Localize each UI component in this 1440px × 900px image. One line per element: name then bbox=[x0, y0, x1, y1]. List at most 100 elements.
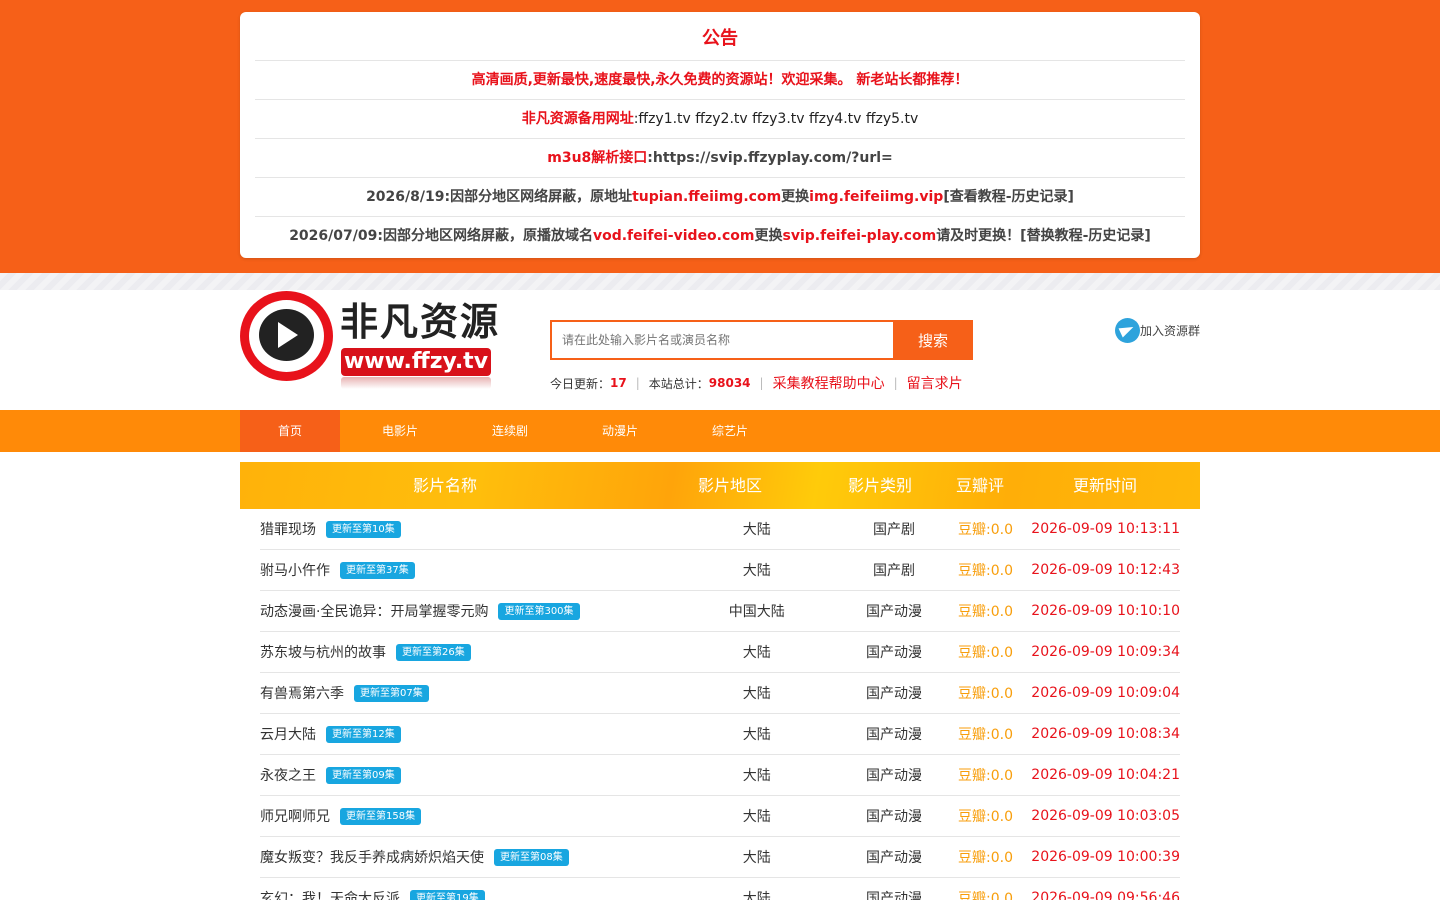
table-row[interactable]: 苏东坡与杭州的故事 更新至第26集 大陆 国产动漫 豆瓣:0.0 2026-09-09 1… bbox=[260, 632, 1180, 673]
table-row[interactable]: 动态漫画·全民诡异：开局掌握零元购 更新至第300集 中国大陆 国产动漫 豆瓣:0.0 2… bbox=[260, 591, 1180, 632]
table-body: 猎罪现场 更新至第10集 大陆 国产剧 豆瓣:0.0 2026-09-09 10:13:1… bbox=[240, 509, 1200, 900]
table-row[interactable]: 驸马小仵作 更新至第37集 大陆 国产剧 豆瓣:0.0 2026-09-09 10:12:… bbox=[260, 550, 1180, 591]
header-name: 影片名称 bbox=[412, 476, 477, 495]
row-name-cell: 有兽焉第六季 更新至第07集 bbox=[260, 683, 635, 703]
table-row[interactable]: 永夜之王 更新至第09集 大陆 国产动漫 豆瓣:0.0 2026-09-09 10:04:… bbox=[260, 755, 1180, 796]
video-title-link[interactable]: 苏东坡与杭州的故事 bbox=[260, 642, 386, 662]
episode-badge: 更新至第08集 bbox=[494, 848, 569, 866]
row-type: 国产动漫 bbox=[866, 645, 922, 661]
row-name-cell: 永夜之王 更新至第09集 bbox=[260, 765, 635, 785]
separator: | bbox=[893, 376, 898, 390]
video-title-link[interactable]: 永夜之王 bbox=[260, 765, 316, 785]
row-name-cell: 魔女叛变？我反手养成病娇炽焰天使 更新至第08集 bbox=[260, 847, 635, 867]
row-time: 2026-09-09 10:13:11 bbox=[1031, 521, 1180, 537]
row-score: 豆瓣:0.0 bbox=[958, 768, 1014, 784]
video-title-link[interactable]: 魔女叛变？我反手养成病娇炽焰天使 bbox=[260, 847, 484, 867]
request-link[interactable]: 留言求片 bbox=[907, 373, 963, 393]
nav-anime[interactable]: 动漫片 bbox=[560, 410, 680, 452]
m3u8-api-label: m3u8解析接口 bbox=[547, 150, 648, 166]
join-group-link[interactable]: 加入资源群 bbox=[1114, 318, 1200, 343]
notice-card: 公告 高清画质,更新最快,速度最快,永久免费的资源站！欢迎采集。 新老站长都推荐… bbox=[240, 12, 1200, 258]
row-time: 2026-09-09 10:04:21 bbox=[1031, 767, 1180, 783]
video-title-link[interactable]: 师兄啊师兄 bbox=[260, 806, 330, 826]
table-row[interactable]: 师兄啊师兄 更新至第158集 大陆 国产动漫 豆瓣:0.0 2026-09-09 10:0… bbox=[260, 796, 1180, 837]
video-list: 影片名称 影片地区 影片类别 豆瓣评分 更新时间 猎罪现场 更新至第10集 大陆 国产… bbox=[240, 462, 1200, 900]
nav-variety[interactable]: 综艺片 bbox=[680, 410, 780, 452]
old-domain-link[interactable]: tupian.ffeiimg.com bbox=[632, 189, 781, 205]
notice-text: 更换 bbox=[754, 228, 783, 244]
header-score: 豆瓣评分 bbox=[955, 476, 1004, 542]
total-count: 98034 bbox=[708, 376, 751, 390]
row-time: 2026-09-09 10:09:04 bbox=[1031, 685, 1180, 701]
today-count: 17 bbox=[610, 376, 627, 390]
search-button[interactable]: 搜索 bbox=[893, 320, 973, 360]
notice-line-2: 非凡资源备用网址:ffzy1.tv ffzy2.tv ffzy3.tv ffzy… bbox=[255, 100, 1185, 139]
logo-reflection bbox=[341, 377, 491, 389]
row-area: 大陆 bbox=[742, 850, 771, 866]
nav-movies[interactable]: 电影片 bbox=[340, 410, 460, 452]
row-time: 2026-09-09 10:10:10 bbox=[1031, 603, 1180, 619]
row-time: 2026-09-09 09:56:46 bbox=[1031, 890, 1180, 900]
new-domain-link[interactable]: img.feifeiimg.vip bbox=[809, 189, 943, 205]
row-time: 2026-09-09 10:12:43 bbox=[1031, 562, 1180, 578]
nav-series[interactable]: 连续剧 bbox=[460, 410, 560, 452]
table-row[interactable]: 有兽焉第六季 更新至第07集 大陆 国产动漫 豆瓣:0.0 2026-09-09 10:0… bbox=[260, 673, 1180, 714]
row-name-cell: 师兄啊师兄 更新至第158集 bbox=[260, 806, 635, 826]
row-type: 国产动漫 bbox=[866, 727, 922, 743]
row-name-cell: 苏东坡与杭州的故事 更新至第26集 bbox=[260, 642, 635, 662]
notice-slogan: 高清画质,更新最快,速度最快,永久免费的资源站！欢迎采集。 新老站长都推荐！ bbox=[471, 72, 969, 88]
row-name-cell: 云月大陆 更新至第12集 bbox=[260, 724, 635, 744]
video-title-link[interactable]: 云月大陆 bbox=[260, 724, 316, 744]
help-center-link[interactable]: 采集教程帮助中心 bbox=[773, 373, 885, 393]
row-score: 豆瓣:0.0 bbox=[958, 686, 1014, 702]
backup-url-label: 非凡资源备用网址 bbox=[521, 111, 634, 127]
row-score: 豆瓣:0.0 bbox=[958, 727, 1014, 743]
tutorial-link[interactable]: [查看教程-历史记录] bbox=[943, 189, 1074, 205]
row-time: 2026-09-09 10:09:34 bbox=[1031, 644, 1180, 660]
row-score: 豆瓣:0.0 bbox=[958, 645, 1014, 661]
row-type: 国产动漫 bbox=[866, 809, 922, 825]
m3u8-api-url[interactable]: :https://svip.ffzyplay.com/?url= bbox=[647, 150, 892, 166]
nav-home[interactable]: 首页 bbox=[240, 410, 340, 452]
table-row[interactable]: 玄幻：我！天命大反派 更新至第19集 大陆 国产动漫 豆瓣:0.0 2026-09-09 … bbox=[260, 878, 1180, 900]
notice-line-3: m3u8解析接口:https://svip.ffzyplay.com/?url= bbox=[255, 139, 1185, 178]
row-name-cell: 猎罪现场 更新至第10集 bbox=[260, 519, 635, 539]
row-area: 大陆 bbox=[742, 727, 771, 743]
video-title-link[interactable]: 驸马小仵作 bbox=[260, 560, 330, 580]
row-area: 中国大陆 bbox=[728, 604, 785, 620]
row-type: 国产动漫 bbox=[866, 686, 922, 702]
notice-title: 公告 bbox=[255, 12, 1185, 61]
table-row[interactable]: 猎罪现场 更新至第10集 大陆 国产剧 豆瓣:0.0 2026-09-09 10:13:1… bbox=[260, 509, 1180, 550]
table-row[interactable]: 云月大陆 更新至第12集 大陆 国产动漫 豆瓣:0.0 2026-09-09 10:08:… bbox=[260, 714, 1180, 755]
table-row[interactable]: 魔女叛变？我反手养成病娇炽焰天使 更新至第08集 大陆 国产动漫 豆瓣:0.0 2026-… bbox=[260, 837, 1180, 878]
notice-line-1: 高清画质,更新最快,速度最快,永久免费的资源站！欢迎采集。 新老站长都推荐！ bbox=[255, 61, 1185, 100]
row-type: 国产动漫 bbox=[866, 768, 922, 784]
play-icon bbox=[278, 322, 298, 348]
search-input[interactable] bbox=[550, 320, 893, 360]
row-time: 2026-09-09 10:08:34 bbox=[1031, 726, 1180, 742]
video-title-link[interactable]: 有兽焉第六季 bbox=[260, 683, 344, 703]
old-play-domain-link[interactable]: vod.feifei-video.com bbox=[593, 228, 755, 244]
row-area: 大陆 bbox=[742, 891, 771, 900]
site-stats: 今日更新： 17 | 本站总计： 98034 | 采集教程帮助中心 | 留言求片 bbox=[550, 373, 963, 393]
video-title-link[interactable]: 动态漫画·全民诡异：开局掌握零元购 bbox=[260, 601, 488, 621]
row-area: 大陆 bbox=[742, 686, 771, 702]
separator: | bbox=[635, 376, 640, 390]
episode-badge: 更新至第26集 bbox=[396, 643, 471, 661]
video-title-link[interactable]: 玄幻：我！天命大反派 bbox=[260, 888, 400, 900]
episode-badge: 更新至第19集 bbox=[410, 889, 485, 900]
notice-text: 更换 bbox=[781, 189, 810, 205]
episode-badge: 更新至第07集 bbox=[354, 684, 429, 702]
episode-badge: 更新至第158集 bbox=[340, 807, 422, 825]
notice-line-5: 2026/07/09:因部分地区网络屏蔽，原播放域名vod.feifei-vid… bbox=[255, 217, 1185, 258]
episode-badge: 更新至第09集 bbox=[326, 766, 401, 784]
site-logo[interactable]: 非凡资源 www.ffzy.tv bbox=[240, 290, 498, 390]
notice-text: 2026/8/19:因部分地区网络屏蔽，原地址 bbox=[366, 189, 633, 205]
video-title-link[interactable]: 猎罪现场 bbox=[260, 519, 316, 539]
episode-badge: 更新至第300集 bbox=[498, 602, 580, 620]
backup-url-list[interactable]: :ffzy1.tv ffzy2.tv ffzy3.tv ffzy4.tv ffz… bbox=[634, 111, 919, 127]
replace-tutorial-link[interactable]: 请及时更换！[替换教程-历史记录] bbox=[936, 228, 1151, 244]
row-type: 国产动漫 bbox=[866, 604, 922, 620]
new-play-domain-link[interactable]: svip.feifei-play.com bbox=[783, 228, 937, 244]
logo-url: www.ffzy.tv bbox=[341, 348, 491, 376]
